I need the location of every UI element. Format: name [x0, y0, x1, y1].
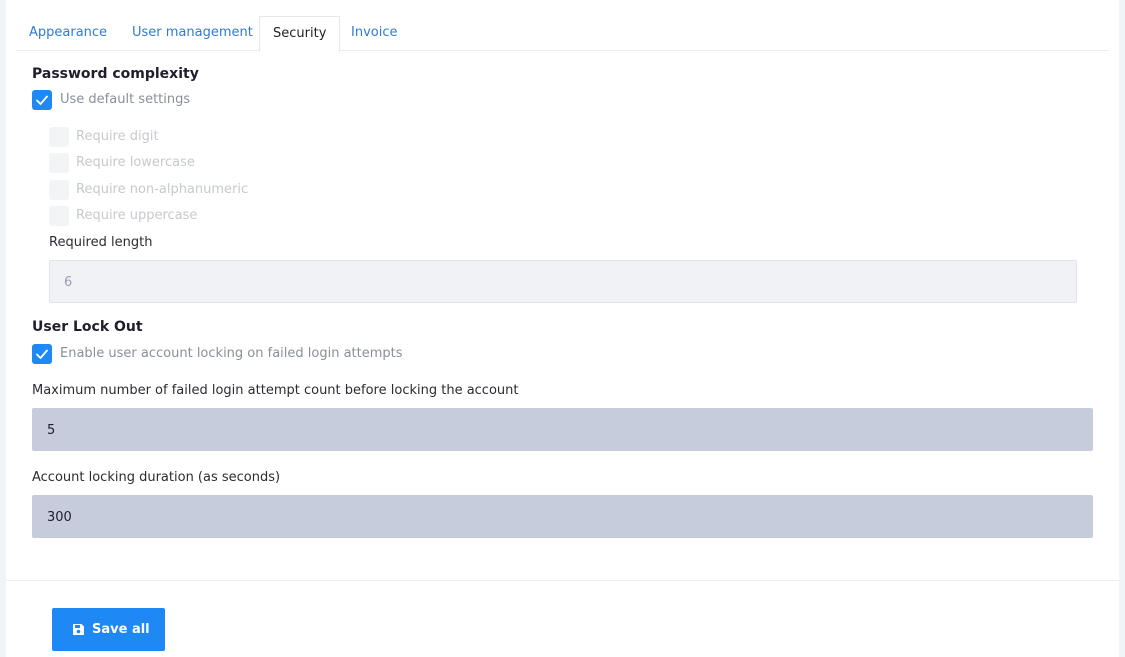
footer-divider	[6, 580, 1119, 581]
save-all-button[interactable]: Save all	[52, 608, 165, 651]
save-all-label: Save all	[92, 622, 150, 637]
use-default-settings-checkbox[interactable]	[32, 90, 52, 110]
lockout-duration-label: Account locking duration (as seconds)	[32, 470, 281, 485]
enable-lockout-checkbox[interactable]	[32, 344, 52, 364]
require-lowercase-checkbox[interactable]	[49, 153, 69, 173]
max-attempts-label: Maximum number of failed login attempt c…	[32, 383, 519, 398]
user-lockout-title: User Lock Out	[32, 319, 143, 335]
tab-invoice[interactable]: Invoice	[338, 16, 410, 51]
lockout-duration-input[interactable]: 300	[32, 495, 1093, 538]
tab-security[interactable]: Security	[259, 16, 341, 52]
checkmark-icon	[36, 349, 48, 359]
enable-lockout-label: Enable user account locking on failed lo…	[60, 346, 403, 361]
floppy-disk-icon	[73, 624, 84, 635]
tab-appearance[interactable]: Appearance	[16, 16, 120, 51]
password-complexity-title: Password complexity	[32, 66, 199, 82]
require-non-alphanumeric-label: Require non-alphanumeric	[76, 182, 249, 197]
require-uppercase-label: Require uppercase	[76, 208, 198, 223]
use-default-settings-label: Use default settings	[60, 92, 191, 107]
require-non-alphanumeric-checkbox[interactable]	[49, 180, 69, 200]
max-attempts-input[interactable]: 5	[32, 408, 1093, 451]
tab-bar: Appearance User management Security Invo…	[16, 16, 1109, 52]
checkmark-icon	[36, 95, 48, 105]
required-length-input[interactable]: 6	[49, 260, 1077, 303]
require-digit-label: Require digit	[76, 129, 159, 144]
require-lowercase-label: Require lowercase	[76, 155, 195, 170]
required-length-label: Required length	[49, 235, 153, 250]
require-uppercase-checkbox[interactable]	[49, 206, 69, 226]
settings-card: Appearance User management Security Invo…	[6, 0, 1119, 657]
tab-user-management[interactable]: User management	[119, 16, 266, 51]
require-digit-checkbox[interactable]	[49, 127, 69, 147]
